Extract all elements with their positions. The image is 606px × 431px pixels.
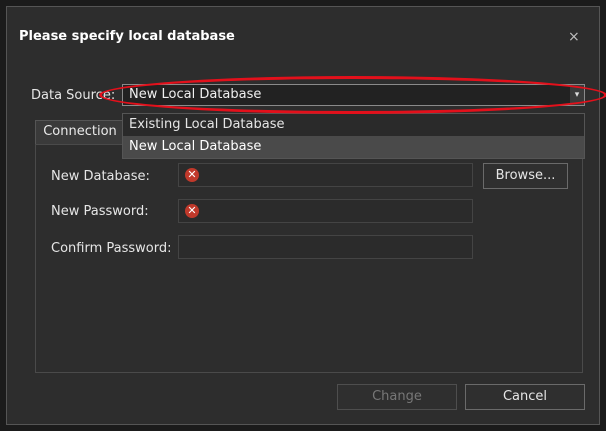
confirm-password-field[interactable] — [178, 235, 473, 259]
data-source-dropdown: Existing Local Database New Local Databa… — [122, 113, 585, 159]
option-new-local-database[interactable]: New Local Database — [123, 136, 584, 158]
chevron-down-icon[interactable]: ▾ — [570, 85, 584, 105]
change-button[interactable]: Change — [337, 384, 457, 410]
data-source-select[interactable]: New Local Database ▾ — [122, 84, 585, 106]
browse-button[interactable]: Browse... — [483, 163, 568, 189]
cancel-button[interactable]: Cancel — [465, 384, 585, 410]
new-database-label: New Database: — [51, 169, 150, 184]
data-source-selected-value: New Local Database — [129, 87, 262, 102]
new-database-field[interactable]: ✕ — [178, 163, 473, 187]
confirm-password-label: Confirm Password: — [51, 241, 172, 256]
error-icon: ✕ — [185, 204, 199, 218]
tab-connection[interactable]: Connection — [35, 120, 125, 144]
error-icon: ✕ — [185, 168, 199, 182]
close-icon[interactable]: × — [568, 29, 580, 45]
data-source-label: Data Source: — [31, 88, 116, 103]
option-existing-local-database[interactable]: Existing Local Database — [123, 114, 584, 136]
new-password-field[interactable]: ✕ — [178, 199, 473, 223]
dialog-title: Please specify local database — [19, 29, 235, 44]
new-password-label: New Password: — [51, 204, 149, 219]
